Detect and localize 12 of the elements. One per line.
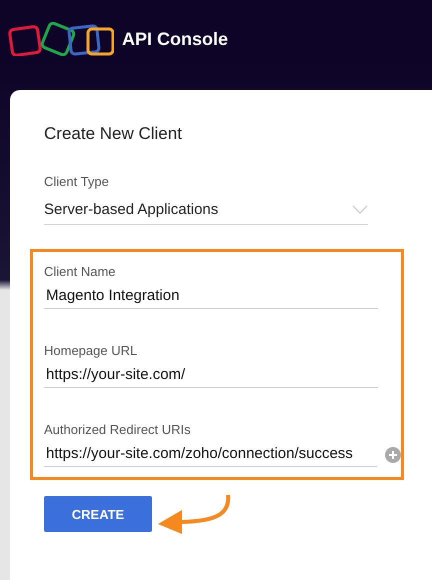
field-label: Authorized Redirect URIs — [44, 422, 192, 437]
form-title: Create New Client — [44, 124, 183, 144]
app-title: API Console — [122, 28, 228, 50]
client-type-dropdown[interactable]: Server-based Applications — [44, 201, 368, 225]
chevron-down-icon — [352, 205, 368, 214]
field-label: Client Type — [44, 174, 110, 189]
logo-icon — [8, 22, 114, 56]
add-icon[interactable] — [385, 447, 401, 463]
arrow-icon — [156, 494, 232, 534]
create-button[interactable]: CREATE — [44, 496, 152, 532]
field-label: Homepage URL — [44, 343, 138, 358]
field-label: Client Name — [44, 264, 117, 279]
